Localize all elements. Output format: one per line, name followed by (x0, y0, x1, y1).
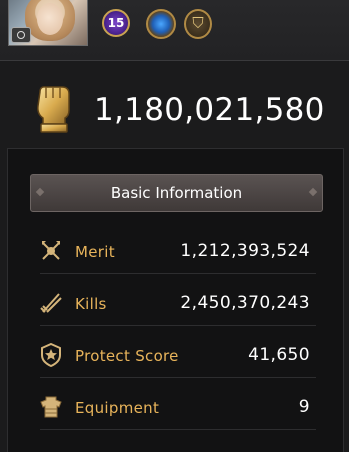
fist-icon (37, 86, 70, 133)
shield-icon (41, 343, 61, 367)
skill-orb-icon[interactable] (146, 9, 176, 39)
profile-header: 15 ⛉ (0, 0, 349, 61)
kills-icon (40, 293, 62, 313)
protect-score-value: 41,650 (248, 345, 310, 365)
stat-row-equipment: Equipment 9 (40, 389, 316, 430)
stat-row-merit: Merit 1,212,393,524 (40, 233, 316, 274)
protect-score-label: Protect Score (75, 347, 179, 365)
camera-icon[interactable] (11, 27, 31, 43)
helmet-icon[interactable]: ⛉ (184, 9, 212, 39)
stat-row-protect-score: Protect Score 41,650 (40, 337, 316, 378)
merit-value: 1,212,393,524 (180, 241, 310, 261)
power-display: 1,180,021,580 (0, 80, 349, 140)
equipment-label: Equipment (75, 399, 160, 417)
power-value: 1,180,021,580 (94, 92, 325, 128)
kills-label: Kills (75, 295, 107, 313)
merit-label: Merit (75, 243, 115, 261)
stat-row-kills: Kills 2,450,370,243 (40, 285, 316, 326)
armor-icon (40, 396, 62, 418)
panel-title: Basic Information (30, 174, 323, 212)
kills-value: 2,450,370,243 (180, 293, 310, 313)
level-badge[interactable]: 15 (102, 9, 130, 37)
basic-info-panel: Basic Information Merit 1,212,393,524 Ki… (7, 148, 344, 452)
merit-icon (42, 241, 60, 260)
equipment-value: 9 (298, 397, 310, 417)
